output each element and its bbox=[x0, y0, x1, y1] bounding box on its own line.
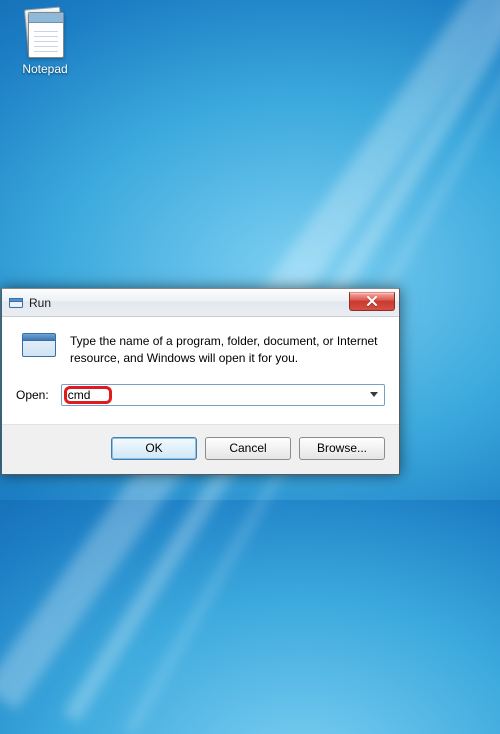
close-button[interactable] bbox=[349, 292, 395, 311]
cancel-button[interactable]: Cancel bbox=[205, 437, 291, 460]
dialog-title: Run bbox=[29, 296, 349, 310]
dialog-description: Type the name of a program, folder, docu… bbox=[70, 333, 385, 368]
open-combobox[interactable] bbox=[61, 384, 385, 406]
dialog-button-row: OK Cancel Browse... bbox=[2, 424, 399, 474]
run-sysmenu-icon[interactable] bbox=[8, 295, 24, 311]
run-dialog: Run Type the name of a program, folder, … bbox=[1, 288, 400, 475]
ok-button[interactable]: OK bbox=[111, 437, 197, 460]
browse-button[interactable]: Browse... bbox=[299, 437, 385, 460]
open-label: Open: bbox=[16, 388, 49, 402]
notepad-icon bbox=[24, 8, 66, 58]
titlebar[interactable]: Run bbox=[2, 289, 399, 317]
open-input[interactable] bbox=[62, 385, 366, 405]
desktop-icon-notepad[interactable]: Notepad bbox=[8, 4, 82, 80]
run-icon bbox=[22, 333, 58, 363]
close-icon bbox=[367, 296, 377, 306]
desktop-icon-label: Notepad bbox=[8, 62, 82, 76]
dropdown-arrow-icon[interactable] bbox=[366, 392, 382, 397]
